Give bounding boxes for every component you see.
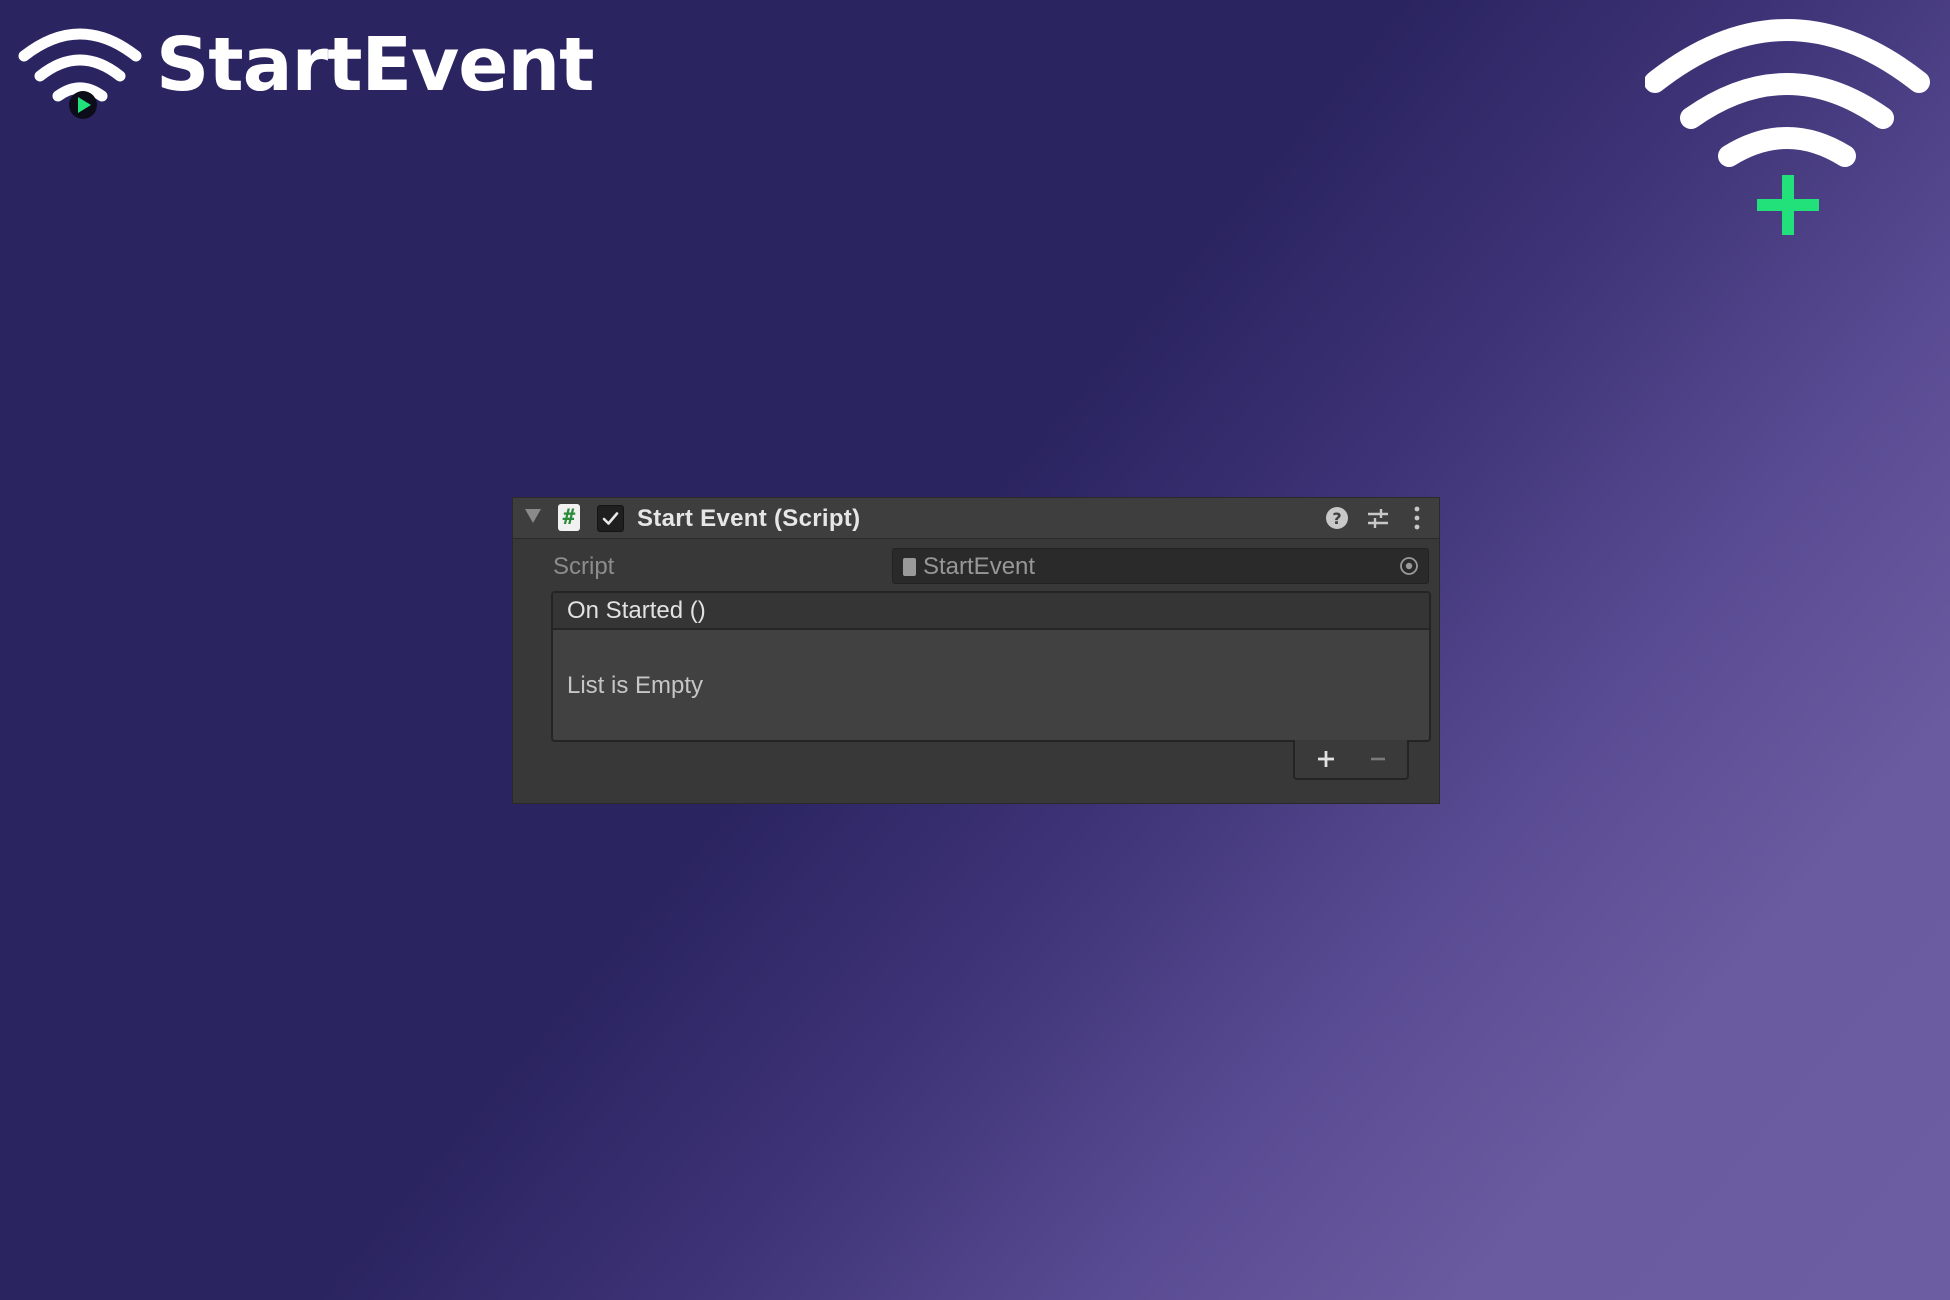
svg-text:?: ? [1332,509,1341,528]
empty-list-text: List is Empty [567,672,704,699]
wifi-add-icon [1644,18,1930,243]
foldout-arrow-icon[interactable] [525,509,541,523]
csharp-script-icon: # [558,504,580,531]
context-menu-button[interactable] [1403,504,1431,532]
component-header[interactable]: # Start Event (Script) ? [513,498,1439,539]
wifi-play-icon [16,16,146,126]
component-title: Start Event (Script) [637,505,861,532]
script-file-icon [903,558,916,576]
presets-button[interactable] [1364,504,1392,532]
event-header: On Started () [553,593,1429,630]
help-icon: ? [1326,507,1348,529]
script-field-value: StartEvent [923,553,1036,580]
presets-icon [1368,509,1388,528]
brand-title: StartEvent [156,22,595,108]
help-button[interactable]: ? [1323,504,1351,532]
remove-listener-button[interactable] [1365,746,1391,772]
event-title: On Started () [567,597,706,624]
add-listener-button[interactable] [1313,746,1339,772]
checkmark-icon [602,512,619,525]
inspector-component-panel: # Start Event (Script) ? Script StartEve… [513,498,1439,803]
object-picker-icon[interactable] [1399,556,1419,576]
enabled-checkbox[interactable] [597,505,624,532]
kebab-menu-icon [1414,506,1420,530]
brand-logo: StartEvent [16,16,595,126]
list-footer [1293,740,1409,780]
script-object-field[interactable]: StartEvent [892,548,1429,584]
plus-icon [1318,751,1334,767]
minus-icon [1371,757,1385,761]
unity-event-list: On Started () List is Empty [551,591,1431,742]
script-label: Script [553,553,615,580]
